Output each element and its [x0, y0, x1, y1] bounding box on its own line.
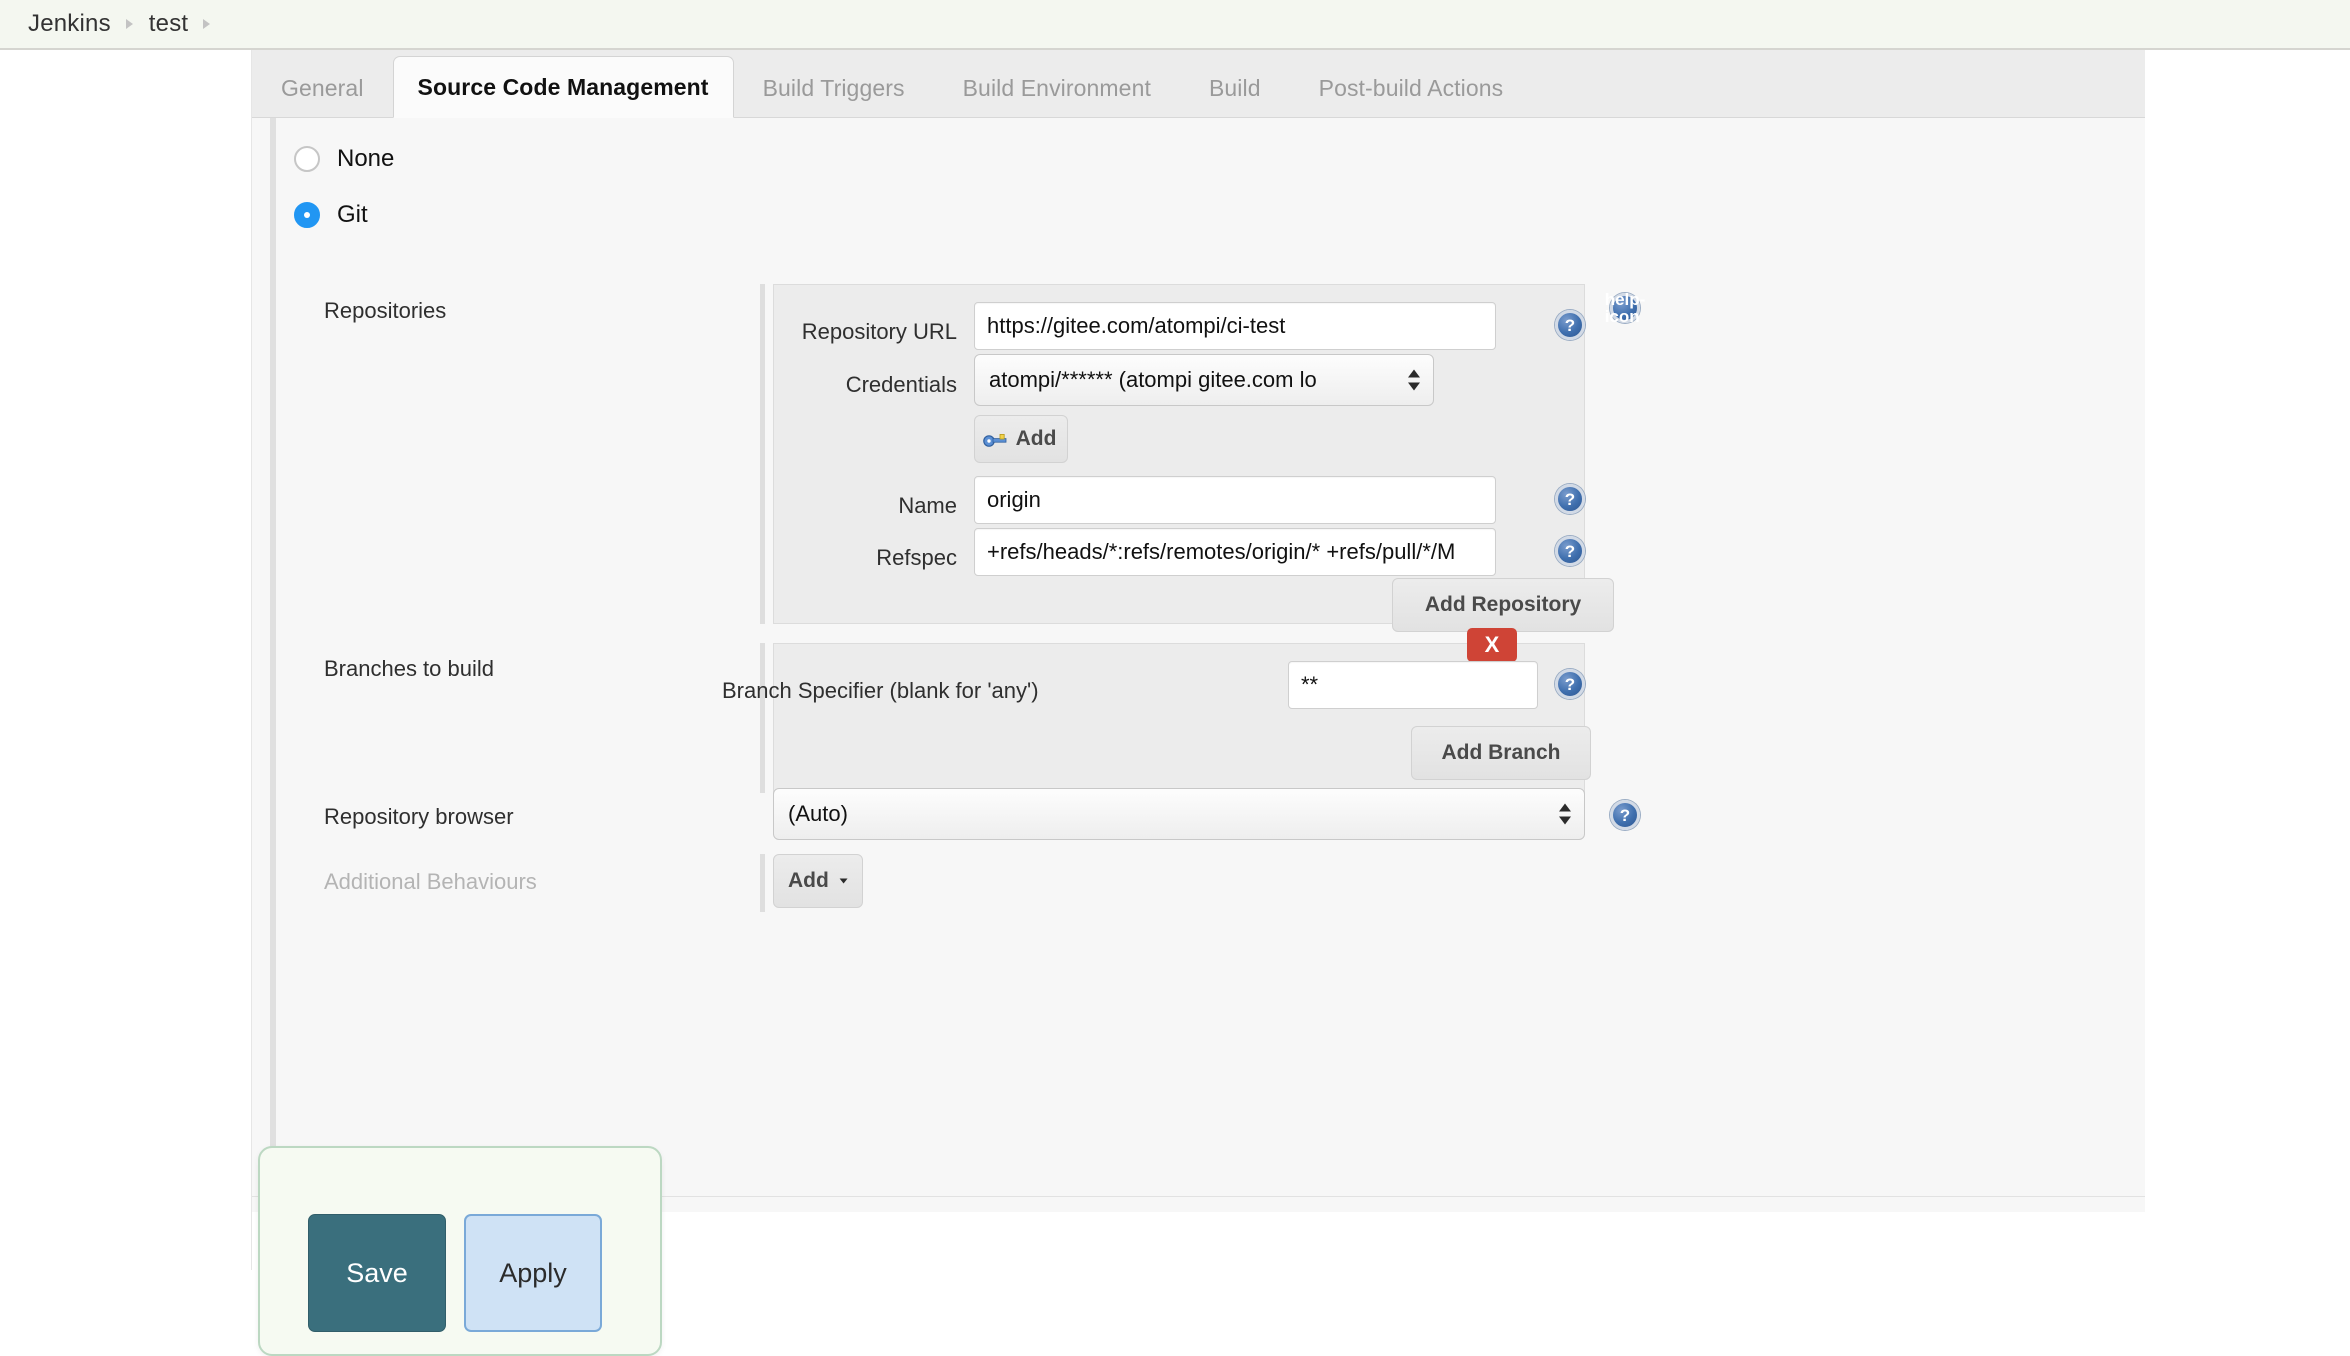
add-branch-button[interactable]: Add Branch: [1411, 726, 1591, 780]
branch-specifier-label: Branch Specifier (blank for 'any'): [722, 678, 1039, 703]
repository-name-label: Name: [898, 493, 957, 518]
section-rail-branches: [760, 643, 765, 793]
add-behaviour-label: Add: [788, 869, 829, 892]
key-icon: [982, 434, 1006, 447]
help-icon-repository-name[interactable]: ?: [1555, 484, 1585, 514]
help-icon-repositories[interactable]: help-icon: [1605, 291, 1646, 325]
triangle-right-icon-2: [192, 17, 222, 31]
breadcrumb: Jenkins test: [0, 0, 2350, 50]
scm-option-none-label: None: [337, 145, 395, 172]
add-credentials-button[interactable]: Add: [974, 415, 1068, 463]
credentials-label: Credentials: [845, 372, 957, 397]
repositories-section-label: Repositories: [324, 298, 447, 323]
chevron-down-icon-behaviour: [839, 878, 848, 884]
save-apply-bar: Save Apply: [258, 1146, 662, 1356]
scm-config-body: None Git Repositories help-icon Reposito…: [252, 118, 2145, 1212]
side-panel: [0, 50, 252, 1270]
add-behaviour-button[interactable]: Add: [773, 854, 863, 908]
section-rail-additional-behaviours: [760, 854, 765, 912]
repository-browser-value: (Auto): [788, 801, 848, 826]
page-frame: General Source Code Management Build Tri…: [0, 50, 2145, 1270]
help-icon-repository-url[interactable]: ?: [1555, 310, 1585, 340]
repository-browser-select[interactable]: (Auto): [773, 788, 1585, 840]
scm-option-git[interactable]: Git: [294, 201, 368, 229]
scm-option-git-label: Git: [337, 201, 368, 228]
save-button[interactable]: Save: [308, 1214, 446, 1332]
repository-name-input[interactable]: origin: [974, 476, 1496, 524]
add-repository-button[interactable]: Add Repository: [1392, 578, 1614, 632]
help-icon-refspec[interactable]: ?: [1555, 536, 1585, 566]
branch-specifier-input[interactable]: **: [1288, 661, 1538, 709]
credentials-select[interactable]: atompi/****** (atompi gitee.com lo: [974, 354, 1434, 406]
refspec-input[interactable]: +refs/heads/*:refs/remotes/origin/* +ref…: [974, 528, 1496, 576]
select-stepper-icon-browser: [1558, 803, 1572, 825]
main-content: General Source Code Management Build Tri…: [252, 50, 2145, 1270]
tab-source-code-management[interactable]: Source Code Management: [392, 56, 734, 118]
help-icon-branch-specifier[interactable]: ?: [1555, 669, 1585, 699]
triangle-right-icon: [115, 17, 145, 31]
add-credentials-label: Add: [1015, 427, 1057, 450]
scm-option-none[interactable]: None: [294, 145, 394, 173]
radio-git[interactable]: [294, 202, 320, 228]
branches-section-label: Branches to build: [324, 656, 494, 681]
config-tab-bar: General Source Code Management Build Tri…: [252, 50, 2145, 118]
help-icon-repository-browser[interactable]: ?: [1610, 800, 1640, 830]
refspec-label: Refspec: [876, 545, 957, 570]
breadcrumb-item-jenkins[interactable]: Jenkins: [24, 10, 115, 38]
credentials-select-value: atompi/****** (atompi gitee.com lo: [989, 367, 1317, 392]
section-rail-scm: [270, 118, 276, 1212]
additional-behaviours-label: Additional Behaviours: [324, 869, 537, 894]
tab-general[interactable]: General: [252, 60, 393, 117]
apply-button[interactable]: Apply: [464, 1214, 602, 1332]
repository-browser-label: Repository browser: [324, 804, 514, 829]
tab-post-build-actions[interactable]: Post-build Actions: [1290, 60, 1533, 117]
tab-build-triggers[interactable]: Build Triggers: [734, 60, 934, 117]
tab-build[interactable]: Build: [1180, 60, 1290, 117]
select-stepper-icon: [1407, 369, 1421, 391]
breadcrumb-item-test[interactable]: test: [145, 10, 192, 38]
tab-build-environment[interactable]: Build Environment: [934, 60, 1180, 117]
repository-url-label: Repository URL: [801, 319, 957, 344]
delete-branch-button[interactable]: X: [1467, 628, 1517, 662]
repository-url-input[interactable]: https://gitee.com/atompi/ci-test: [974, 302, 1496, 350]
radio-none[interactable]: [294, 146, 320, 172]
